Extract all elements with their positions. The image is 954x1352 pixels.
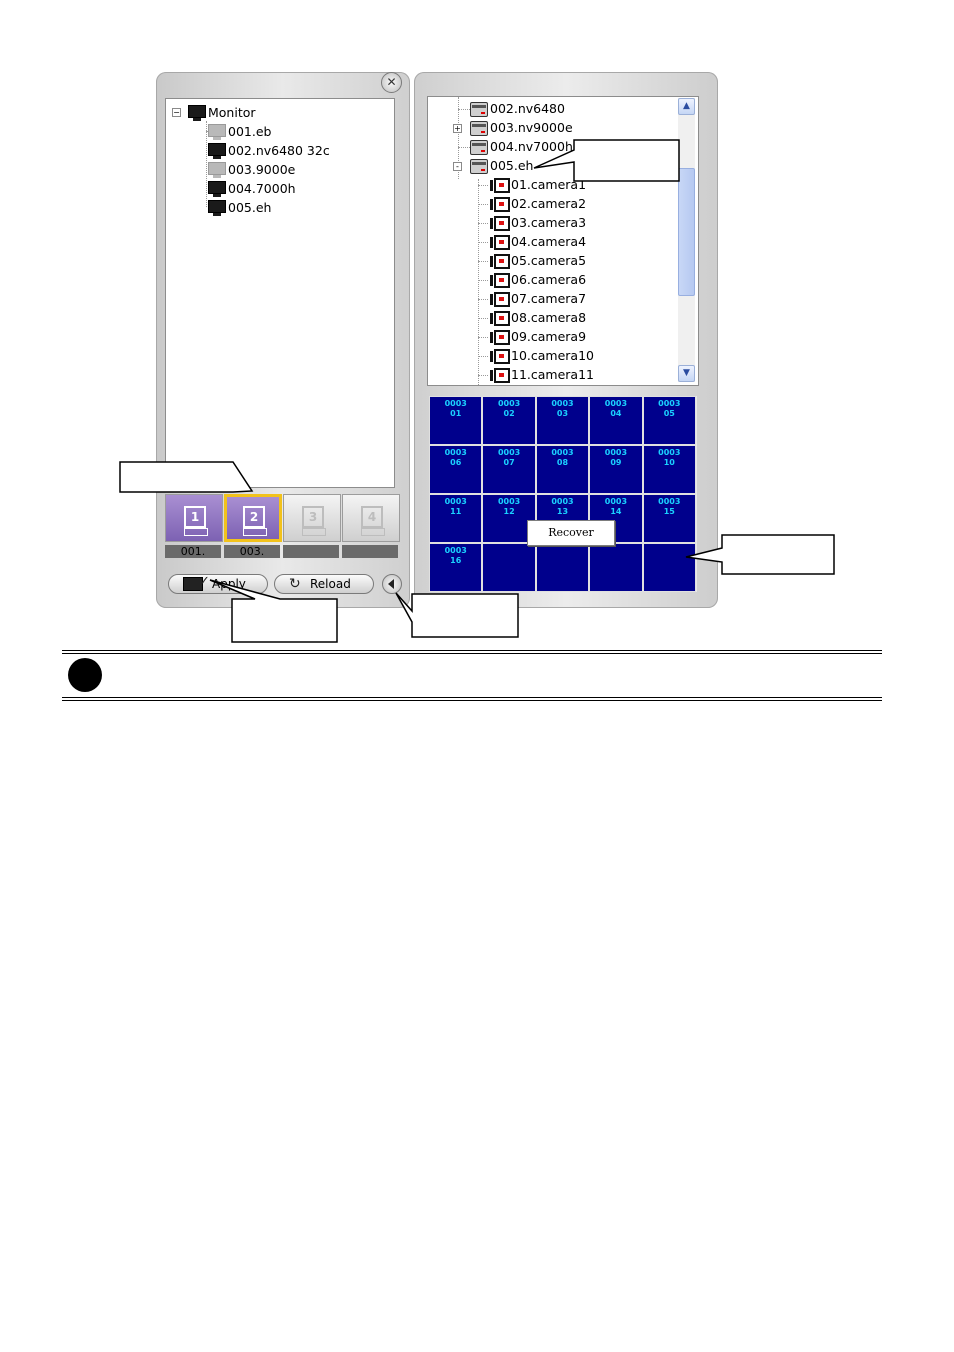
callout-screens (119, 461, 254, 493)
callout-device-tree (533, 139, 680, 182)
note-divider-bottom-thin (62, 700, 882, 701)
callout-layer (119, 139, 835, 643)
note-divider-bottom (62, 697, 882, 698)
note-divider-top-thin (62, 653, 882, 654)
note-divider-top (62, 650, 882, 651)
note-icon (68, 658, 102, 692)
callout-grid (685, 534, 835, 575)
callout-collapse (395, 592, 519, 638)
callout-apply (209, 579, 338, 643)
